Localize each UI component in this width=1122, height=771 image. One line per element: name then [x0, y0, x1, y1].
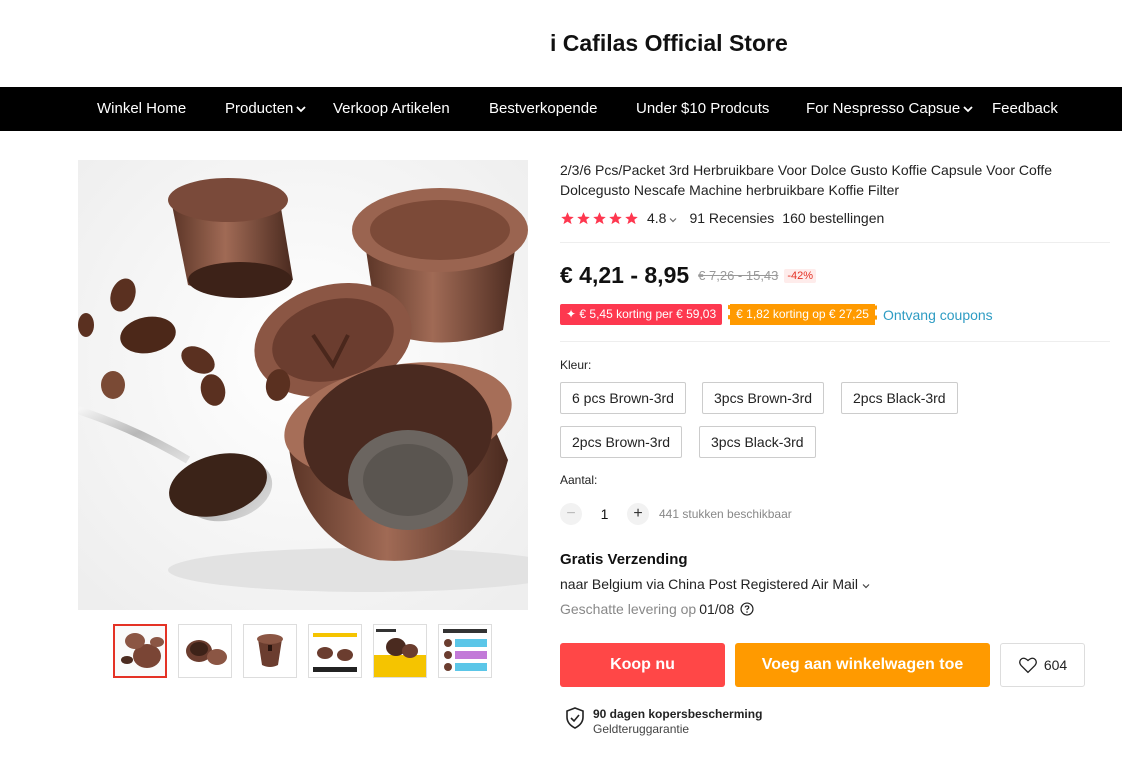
buy-now-button[interactable]: Koop nu [560, 643, 725, 687]
thumbnail-4[interactable] [308, 624, 362, 678]
quantity-label: Aantal: [560, 473, 598, 487]
shield-icon [565, 707, 585, 734]
quantity-decrease-button[interactable]: − [560, 503, 582, 525]
color-option-2pcs-brown[interactable]: 2pcs Brown-3rd [560, 426, 683, 458]
nav-item-feedback[interactable]: Feedback [992, 87, 1058, 131]
heart-icon [1018, 656, 1038, 674]
star-icon [593, 211, 606, 224]
nav-item-label: Under $10 Prodcuts [636, 100, 770, 117]
color-option-2pcs-black[interactable]: 2pcs Black-3rd [841, 382, 958, 414]
nav-item-label: Verkoop Artikelen [333, 100, 450, 117]
rating-value[interactable]: 4.8 [647, 210, 666, 226]
nav-item-label: Winkel Home [97, 100, 187, 117]
thumbnail-3[interactable] [243, 624, 297, 678]
thumbnail-6[interactable] [438, 624, 492, 678]
shipping-eta-label: Geschatte levering op [560, 601, 697, 617]
coupon-row: ✦ € 5,45 korting per € 59,03 € 1,82 kort… [560, 304, 993, 325]
color-label: Kleur: [560, 358, 592, 372]
nav-item-home[interactable]: Winkel Home [97, 87, 186, 131]
thumbnail-1[interactable] [113, 624, 167, 678]
discount-badge: -42% [784, 268, 817, 283]
star-icon [561, 211, 574, 224]
nav-item-products[interactable]: Producten [225, 87, 307, 131]
original-price: € 7,26 - 15,43 [698, 268, 779, 283]
shipping-destination[interactable]: naar Belgium via China Post Registered A… [560, 576, 870, 592]
price-row: € 4,21 - 8,95 € 7,26 - 15,43 -42% [560, 262, 817, 289]
nav-item-under-10[interactable]: Under $10 Prodcuts [636, 87, 769, 131]
chevron-down-icon[interactable] [669, 210, 677, 226]
thumbnail-5[interactable] [373, 624, 427, 678]
quantity-available: 441 stukken beschikbaar [659, 507, 792, 521]
nav-item-label: Feedback [992, 100, 1058, 117]
orders-count: 160 bestellingen [782, 210, 885, 226]
quantity-increase-button[interactable]: + [627, 503, 649, 525]
store-title[interactable]: i Cafilas Official Store [550, 30, 788, 57]
current-price: € 4,21 - 8,95 [560, 262, 690, 288]
product-main-image[interactable] [78, 160, 528, 610]
star-icon [577, 211, 590, 224]
thumbnail-2[interactable] [178, 624, 232, 678]
star-icon [609, 211, 622, 224]
nav-item-label: For Nespresso Capsue [806, 100, 961, 117]
quantity-stepper: − 1 + 441 stukken beschikbaar [560, 502, 792, 526]
nav-item-label: Producten [225, 100, 294, 117]
star-icon [625, 211, 638, 224]
reviews-count[interactable]: 91 Recensies [689, 210, 774, 226]
shipping-destination-text: naar Belgium via China Post Registered A… [560, 576, 859, 592]
wishlist-count: 604 [1043, 657, 1068, 673]
nav-item-bestsellers[interactable]: Bestverkopende [489, 87, 597, 131]
wishlist-button[interactable]: 604 [1000, 643, 1085, 687]
rating-stars [560, 211, 639, 226]
divider [560, 242, 1110, 243]
product-title: 2/3/6 Pcs/Packet 3rd Herbruikbare Voor D… [560, 162, 1053, 198]
buyer-protection-title: 90 dagen kopersbescherming [593, 707, 763, 721]
buyer-protection: 90 dagen kopersbescherming Geldteruggara… [565, 707, 762, 736]
color-option-3pcs-brown[interactable]: 3pcs Brown-3rd [702, 382, 825, 414]
store-header: i Cafilas Official Store [0, 0, 1122, 87]
store-nav: Winkel Home Producten Verkoop Artikelen … [0, 87, 1122, 131]
nav-item-label: Bestverkopende [489, 100, 598, 117]
shipping-eta: Geschatte levering op 01/08 [560, 601, 754, 617]
chevron-down-icon [862, 576, 870, 592]
add-to-cart-button[interactable]: Voeg aan winkelwagen toe [735, 643, 990, 687]
chevron-down-icon [296, 87, 307, 131]
buyer-protection-text: 90 dagen kopersbescherming Geldteruggara… [593, 707, 762, 736]
help-icon[interactable] [740, 602, 754, 616]
buyer-protection-subtitle: Geldteruggarantie [593, 722, 690, 736]
color-option-6pcs-brown[interactable]: 6 pcs Brown-3rd [560, 382, 686, 414]
color-option-3pcs-black[interactable]: 3pcs Black-3rd [699, 426, 816, 458]
chevron-down-icon [963, 87, 973, 131]
shipping-eta-date: 01/08 [699, 601, 735, 617]
coupon-select[interactable]: € 1,82 korting op € 27,25 [728, 304, 877, 325]
shipping-title: Gratis Verzending [560, 551, 688, 568]
divider [560, 341, 1110, 342]
nav-item-sale[interactable]: Verkoop Artikelen [333, 87, 450, 131]
rating-row: 4.8 91 Recensies 160 bestellingen [560, 209, 884, 227]
get-coupons-link[interactable]: Ontvang coupons [883, 307, 993, 323]
nav-item-nespresso[interactable]: For Nespresso Capsue [806, 87, 973, 131]
coupon-store[interactable]: ✦ € 5,45 korting per € 59,03 [560, 304, 723, 325]
quantity-value[interactable]: 1 [582, 506, 627, 522]
